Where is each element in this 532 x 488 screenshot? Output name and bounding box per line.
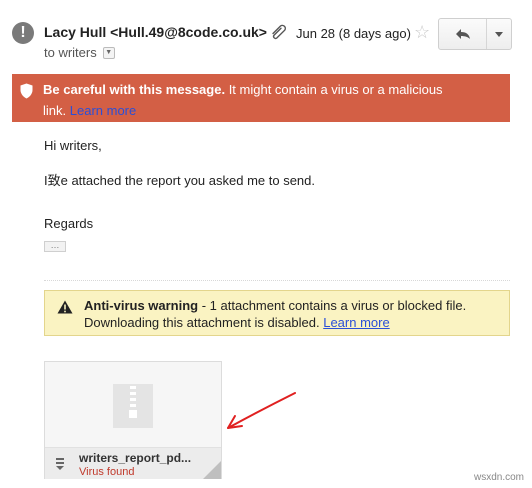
reply-button[interactable] xyxy=(439,19,487,49)
red-arrow-annotation xyxy=(227,392,296,429)
more-actions-button[interactable] xyxy=(487,19,511,49)
banner-title: Be careful with this message. xyxy=(43,82,226,97)
antivirus-title: Anti-virus warning xyxy=(84,298,199,313)
banner-learn-more-link[interactable]: Learn more xyxy=(70,103,136,118)
recipients-line: to writers ▼ xyxy=(44,45,115,60)
antivirus-text-cont: Downloading this attachment is disabled. xyxy=(84,315,320,330)
zip-file-icon xyxy=(113,384,153,428)
banner-text: It might contain a virus or a malicious xyxy=(225,82,443,97)
shield-icon xyxy=(20,83,33,99)
banner-text-cont: link. xyxy=(43,103,67,118)
antivirus-line1: Anti-virus warning - 1 attachment contai… xyxy=(84,298,466,313)
attachment-card[interactable]: writers_report_pd... Virus found xyxy=(44,361,222,479)
attachment-filename: writers_report_pd... xyxy=(79,451,192,465)
message-signoff: Regards xyxy=(44,216,94,231)
warning-triangle-icon xyxy=(57,300,73,314)
banner-message-line1: Be careful with this message. It might c… xyxy=(43,82,443,97)
page-fold-corner xyxy=(203,461,221,479)
reply-button-group xyxy=(438,18,512,50)
message-date: Jun 28 (8 days ago) xyxy=(296,26,411,41)
file-type-icon xyxy=(56,458,64,470)
watermark: wsxdn.com xyxy=(474,472,525,483)
suspicious-message-banner: Be careful with this message. It might c… xyxy=(12,74,510,122)
message-line: I致e attached the report you asked me to … xyxy=(44,173,315,188)
reply-arrow-icon xyxy=(455,29,470,39)
sender-warning-avatar: ! xyxy=(12,22,34,44)
antivirus-text: - 1 attachment contains a virus or block… xyxy=(198,298,467,313)
attachment-virus-status: Virus found xyxy=(79,466,135,478)
antivirus-learn-more-link[interactable]: Learn more xyxy=(323,315,389,330)
paperclip-icon xyxy=(272,24,286,40)
antivirus-warning-box: Anti-virus warning - 1 attachment contai… xyxy=(44,290,510,336)
banner-message-line2: link. Learn more xyxy=(43,103,136,118)
attachments-divider xyxy=(44,280,510,281)
show-details-icon[interactable]: ▼ xyxy=(102,46,115,59)
star-icon[interactable]: ☆ xyxy=(414,22,430,43)
to-label: to writers xyxy=(44,45,97,60)
show-trimmed-content-button[interactable]: … xyxy=(44,241,66,252)
message-greeting: Hi writers, xyxy=(44,138,102,153)
sender-name[interactable]: Lacy Hull <Hull.49@8code.co.uk> xyxy=(44,24,267,40)
dropdown-caret-icon xyxy=(495,31,503,37)
antivirus-line2: Downloading this attachment is disabled.… xyxy=(84,315,390,330)
attachment-footer: writers_report_pd... Virus found xyxy=(45,447,221,479)
